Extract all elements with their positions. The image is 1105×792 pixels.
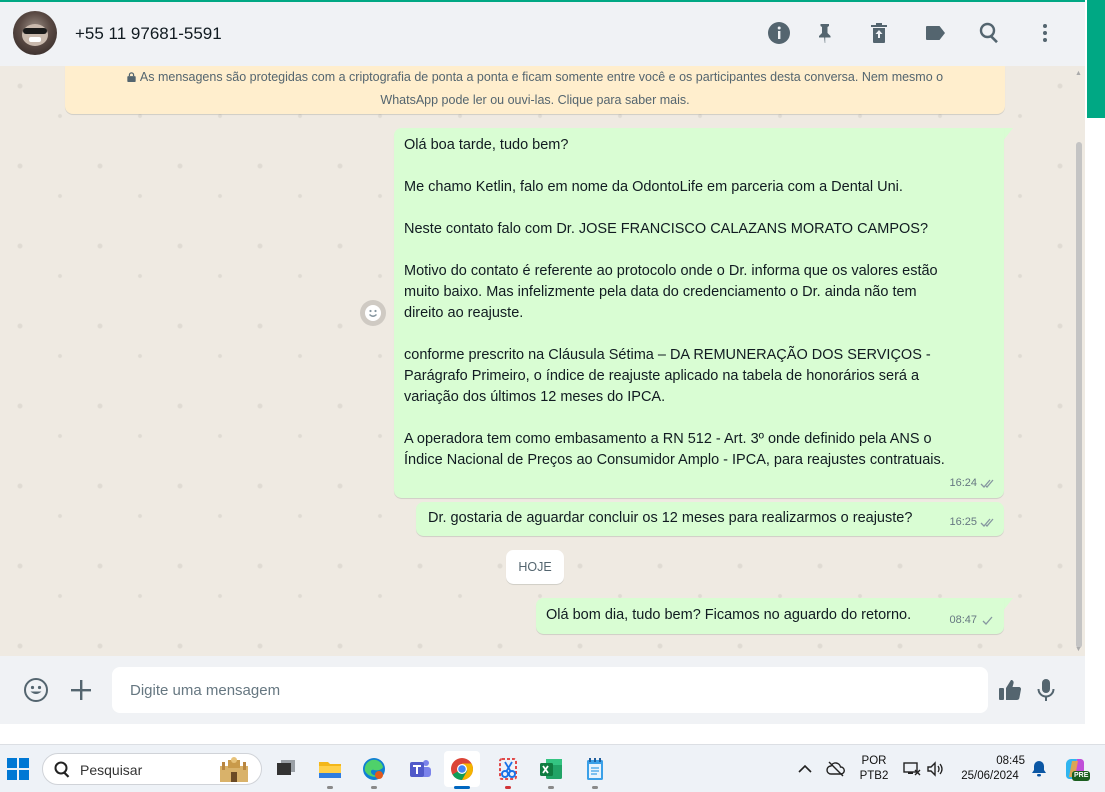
contact-name[interactable]: +55 11 97681-5591 — [75, 24, 222, 44]
message-meta: 08:47 — [949, 610, 996, 631]
language-line1: POR — [861, 755, 887, 767]
encryption-notice-line1: As mensagens são protegidas com a cripto… — [139, 70, 944, 84]
copilot-badge: PRE — [1072, 771, 1091, 781]
notepad-icon[interactable] — [577, 751, 613, 789]
desktop-gap — [0, 724, 1105, 744]
message-line: Neste contato falo com Dr. JOSE FRANCISC… — [404, 221, 929, 237]
message-line — [404, 240, 995, 261]
message-line: direito ao reajuste. — [404, 305, 524, 321]
language-indicator[interactable]: POR PTB2 — [858, 754, 890, 784]
clock[interactable]: 08:45 25/06/2024 — [955, 754, 1025, 784]
plus-icon[interactable] — [66, 675, 96, 705]
outgoing-message[interactable]: Olá boa tarde, tudo bem? Me chamo Ketlin… — [394, 128, 1004, 498]
message-line: Me chamo Ketlin, falo em nome da OdontoL… — [404, 179, 903, 195]
microphone-icon[interactable] — [1031, 675, 1061, 705]
clock-date: 25/06/2024 — [961, 770, 1019, 782]
message-line — [404, 324, 995, 345]
message-line: Parágrafo Primeiro, o índice de reajuste… — [404, 368, 920, 384]
chat-header: +55 11 97681-5591 — [0, 2, 1085, 66]
menu-icon[interactable] — [1032, 20, 1058, 46]
scrollbar-thumb[interactable] — [1076, 142, 1082, 648]
snipping-tool-icon[interactable] — [490, 751, 526, 789]
search-icon — [54, 761, 70, 778]
pin-icon[interactable] — [812, 20, 838, 46]
single-check-icon — [982, 616, 993, 625]
message-text: Olá boa tarde, tudo bem? Me chamo Ketlin… — [404, 135, 995, 471]
outgoing-message[interactable]: Olá bom dia, tudo bem? Ficamos no aguard… — [536, 598, 1004, 634]
message-line — [404, 408, 995, 429]
message-line: A operadora tem como embasamento a RN 51… — [404, 431, 932, 447]
encryption-notice-line2: WhatsApp pode ler ou ouvi-las. Clique pa… — [380, 93, 690, 107]
message-time: 08:47 — [949, 614, 977, 626]
task-view-icon[interactable] — [268, 751, 304, 787]
bubble-tail — [1003, 598, 1013, 611]
contact-avatar[interactable] — [13, 11, 57, 55]
message-text: Olá bom dia, tudo bem? Ficamos no aguard… — [546, 607, 912, 623]
notification-bell-icon[interactable] — [1029, 759, 1049, 779]
cloud-offline-icon[interactable] — [826, 759, 846, 779]
emoji-reaction-button[interactable] — [360, 300, 386, 326]
message-meta: 16:24 — [949, 473, 996, 494]
encryption-notice[interactable]: As mensagens são protegidas com a cripto… — [65, 66, 1005, 114]
message-line — [404, 198, 995, 219]
message-time: 16:24 — [949, 477, 977, 489]
chevron-up-icon[interactable] — [795, 759, 815, 779]
windows-taskbar: Pesquisar POR PTB2 08:45 25/06/2024 PRE — [0, 744, 1105, 792]
taskbar-search[interactable]: Pesquisar — [42, 753, 262, 785]
message-line: muito baixo. Mas infelizmente pela data … — [404, 284, 917, 300]
message-line: Motivo do contato é referente ao protoco… — [404, 263, 938, 279]
edge-icon[interactable] — [356, 751, 392, 789]
delete-icon[interactable] — [866, 20, 892, 46]
file-explorer-icon[interactable] — [312, 751, 348, 789]
message-line: Olá boa tarde, tudo bem? — [404, 137, 569, 153]
volume-icon[interactable] — [925, 759, 945, 779]
message-input[interactable] — [112, 667, 988, 713]
message-composer — [0, 656, 1085, 724]
message-text: Dr. gostaria de aguardar concluir os 12 … — [428, 510, 913, 526]
conversation-panel: As mensagens são protegidas com a cripto… — [0, 66, 1085, 656]
lock-icon — [127, 72, 136, 82]
clock-time: 08:45 — [996, 755, 1025, 767]
message-time: 16:25 — [949, 516, 977, 528]
message-meta: 16:25 — [949, 512, 996, 533]
language-line2: PTB2 — [859, 770, 889, 782]
window-edge — [1085, 0, 1105, 724]
chat-scrollbar[interactable]: ▲ ▼ — [1073, 66, 1083, 656]
smiley-icon — [365, 305, 381, 321]
double-check-icon — [980, 518, 994, 527]
message-line — [404, 156, 995, 177]
message-line: conforme prescrito na Cláusula Sétima – … — [404, 347, 931, 363]
teams-icon[interactable] — [402, 751, 438, 787]
search-highlight-icon — [220, 757, 248, 782]
network-icon[interactable] — [902, 759, 922, 779]
label-icon[interactable] — [922, 20, 948, 46]
message-line: Índice Nacional de Preços ao Consumidor … — [404, 452, 945, 468]
search-label: Pesquisar — [80, 762, 143, 778]
search-icon[interactable] — [977, 20, 1003, 46]
excel-icon[interactable] — [533, 751, 569, 789]
day-separator: HOJE — [506, 550, 564, 584]
outgoing-message[interactable]: Dr. gostaria de aguardar concluir os 12 … — [416, 502, 1004, 536]
copilot-icon[interactable]: PRE — [1062, 756, 1091, 782]
double-check-icon — [980, 479, 994, 488]
chrome-icon[interactable] — [444, 751, 480, 789]
info-icon[interactable] — [766, 20, 792, 46]
windows-start-icon[interactable] — [7, 758, 29, 780]
bubble-tail — [1003, 128, 1013, 141]
emoji-icon[interactable] — [21, 675, 51, 705]
whatsapp-window: +55 11 97681-5591 As mensagens são prote… — [0, 0, 1085, 724]
thumbs-up-icon[interactable] — [995, 675, 1025, 705]
message-line: variação dos últimos 12 meses do IPCA. — [404, 389, 666, 405]
